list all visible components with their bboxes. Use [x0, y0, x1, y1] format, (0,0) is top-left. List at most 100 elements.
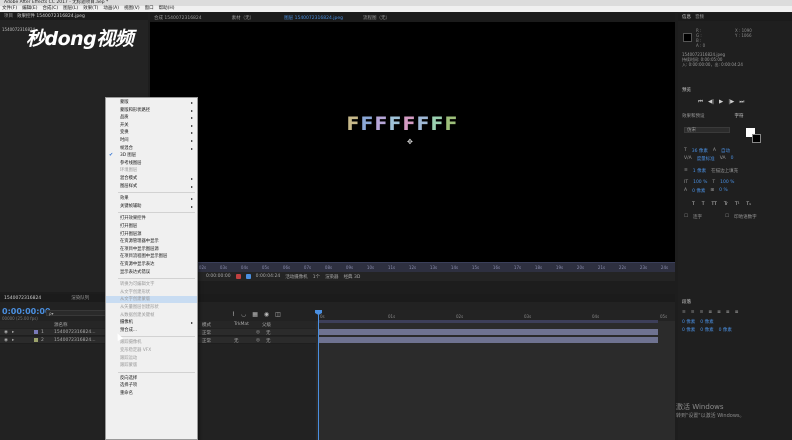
context-menu-item[interactable]: 图层样式 ▸ [106, 183, 197, 190]
tsume-value[interactable]: 0 % [719, 188, 728, 194]
font-size-value[interactable]: 36 像素 [692, 148, 708, 154]
hindi-digits-checkbox[interactable]: ☐ [725, 214, 729, 220]
space-after-value[interactable]: 0 像素 [700, 327, 713, 333]
context-menu-item[interactable]: 在项目中显示图层源 [106, 246, 197, 253]
context-menu-item[interactable]: 时间 ▸ [106, 137, 197, 144]
first-frame-icon[interactable]: ⏮ [698, 99, 703, 106]
context-menu-item[interactable]: 反向选择 [106, 375, 197, 382]
layer-mode-dropdown[interactable]: 正常 [202, 338, 211, 344]
motion-blur-icon[interactable]: ◉ [264, 311, 269, 318]
baseline-value[interactable]: 0 像素 [692, 188, 705, 194]
context-menu-item[interactable]: 变换 ▸ [106, 129, 197, 136]
tab-character[interactable]: 字符 [735, 113, 744, 119]
context-menu-item[interactable]: 打开效果控件 [106, 215, 197, 222]
layer-name[interactable]: 1540072316824... [54, 330, 96, 335]
layer-trkmat-dropdown[interactable]: 无 [234, 338, 239, 344]
layer-2-track-bar[interactable] [318, 337, 658, 343]
parent-pickwhip-icon[interactable]: ◎ [256, 338, 260, 343]
tab-audio[interactable]: 音频 [695, 14, 704, 20]
renderer-dropdown[interactable]: 经典 3D [344, 274, 361, 280]
tab-info[interactable]: 信息 [682, 14, 691, 20]
shy-icon[interactable]: ◡ [241, 311, 246, 318]
record-icon[interactable] [235, 274, 241, 279]
column-trkmat[interactable]: TrkMat [234, 322, 249, 327]
viewer-time-ruler[interactable]: 00s01s02s03s04s05s06s07s08s09s10s11s12s1… [150, 262, 675, 272]
context-menu-item[interactable]: 品质 ▸ [106, 114, 197, 121]
layer-color-label[interactable] [34, 330, 38, 334]
text-style-button-2[interactable]: TT [712, 202, 717, 207]
tab-layer[interactable]: 图层 1540072316824.jpeg [284, 15, 343, 21]
view-dropdown[interactable]: 活动摄像机 [285, 274, 308, 280]
next-frame-icon[interactable]: |▶ [728, 99, 734, 106]
prev-frame-icon[interactable]: ◀| [708, 99, 714, 106]
context-menu-item[interactable]: 效果 ▸ [106, 195, 197, 202]
context-menu-item[interactable]: 在资源中显示表达 [106, 261, 197, 268]
tab-timeline-comp[interactable]: 1540072316824 [4, 296, 41, 301]
context-menu-item[interactable]: 参考线图层 [106, 160, 197, 167]
draft-3d-icon[interactable]: ⌇ [232, 311, 235, 318]
context-menu-item[interactable]: 在项目流程图中显示图层 [106, 253, 197, 260]
parent-pickwhip-icon[interactable]: ◎ [256, 330, 260, 335]
context-menu-item[interactable]: 混合模式 ▸ [106, 175, 197, 182]
layer-parent-dropdown[interactable]: 无 [266, 338, 271, 344]
stroke-width-value[interactable]: 1 像素 [693, 168, 706, 174]
context-menu-item[interactable]: 变形稳定器 VFX [106, 347, 197, 354]
context-menu-item[interactable]: 转换为可编辑文字 [106, 281, 197, 288]
visibility-icon[interactable]: ◉ [4, 338, 8, 343]
justify-left-icon[interactable]: ≣ [708, 310, 712, 315]
context-menu-item[interactable]: 蒙版 ▸ [106, 99, 197, 106]
column-mode[interactable]: 模式 [202, 322, 211, 328]
align-right-icon[interactable]: ≡ [700, 310, 704, 315]
context-menu-item[interactable]: 关键帧辅助 ▸ [106, 203, 197, 210]
text-style-button-0[interactable]: T [692, 202, 695, 207]
font-family-dropdown[interactable]: 仿宋 [684, 127, 730, 133]
column-source-name[interactable]: 源名称 [54, 322, 68, 328]
justify-center-icon[interactable]: ≣ [717, 310, 721, 315]
text-style-button-1[interactable]: T [702, 202, 705, 207]
visibility-icon[interactable]: ◉ [4, 330, 8, 335]
context-menu-item[interactable]: 显示表达式错误 [106, 269, 197, 276]
tab-flowchart[interactable]: 流程图（无） [363, 15, 390, 21]
tab-preview[interactable]: 预览 [682, 87, 691, 93]
context-menu-item[interactable]: 重命名 [106, 390, 197, 397]
context-menu-item[interactable]: 从矢量图层创建形状 [106, 304, 197, 311]
expand-layer-icon[interactable]: ▸ [12, 338, 14, 343]
layer-color-label[interactable] [34, 338, 38, 342]
leading-value[interactable]: 自动 [721, 148, 730, 154]
context-menu-item[interactable]: 蒙版和形状路径 ▸ [106, 107, 197, 114]
align-left-icon[interactable]: ≡ [682, 310, 686, 315]
context-menu-item[interactable]: 从数据创建关键帧 [106, 312, 197, 319]
expand-layer-icon[interactable]: ▸ [12, 330, 14, 335]
vscale-value[interactable]: 100 % [693, 180, 707, 185]
text-style-button-4[interactable]: T¹ [735, 202, 740, 207]
context-menu-item[interactable]: 3D 图层 ✔ [106, 152, 197, 159]
stroke-mode-dropdown[interactable]: 在描边上填充 [711, 168, 738, 174]
text-style-button-5[interactable]: T₁ [746, 202, 751, 207]
tab-render-queue[interactable]: 渲染队列 [71, 295, 89, 301]
tab-paragraph[interactable]: 段落 [682, 299, 691, 305]
frame-blend-icon[interactable]: ▦ [252, 311, 258, 318]
layer-mode-dropdown[interactable]: 正常 [202, 330, 211, 336]
region-icon[interactable] [245, 274, 251, 279]
justify-all-icon[interactable]: ≣ [735, 310, 739, 315]
view-count-dropdown[interactable]: 1个 [313, 274, 320, 280]
tab-effect-controls[interactable]: 效果控件 1540072316824.jpeg [17, 13, 85, 19]
tracking-value[interactable]: 0 [731, 156, 734, 162]
context-menu-item[interactable]: 跟踪运动 [106, 355, 197, 362]
graph-editor-icon[interactable]: ◫ [275, 311, 281, 318]
tab-project[interactable]: 项目 [4, 13, 13, 19]
timeline-timecode[interactable]: 0:00:00:00 [2, 307, 51, 316]
play-icon[interactable]: ▶ [719, 99, 723, 106]
text-style-button-3[interactable]: Tr [724, 202, 728, 207]
current-time-indicator[interactable] [318, 310, 319, 440]
context-menu-item[interactable]: 打开图层源 [106, 231, 197, 238]
work-area-bar[interactable] [318, 320, 658, 323]
indent-right-value[interactable]: 0 像素 [700, 319, 713, 325]
space-before-value[interactable]: 0 像素 [682, 327, 695, 333]
hscale-value[interactable]: 100 % [720, 180, 734, 185]
context-menu-item[interactable]: 选择子项 [106, 382, 197, 389]
tab-footage[interactable]: 素材（无） [232, 15, 255, 21]
ligatures-checkbox[interactable]: ☐ [684, 214, 688, 220]
context-menu-item[interactable]: 从文字创建蒙版 [106, 296, 197, 304]
viewer-timecode[interactable]: 0:00:00:00 [206, 274, 231, 279]
